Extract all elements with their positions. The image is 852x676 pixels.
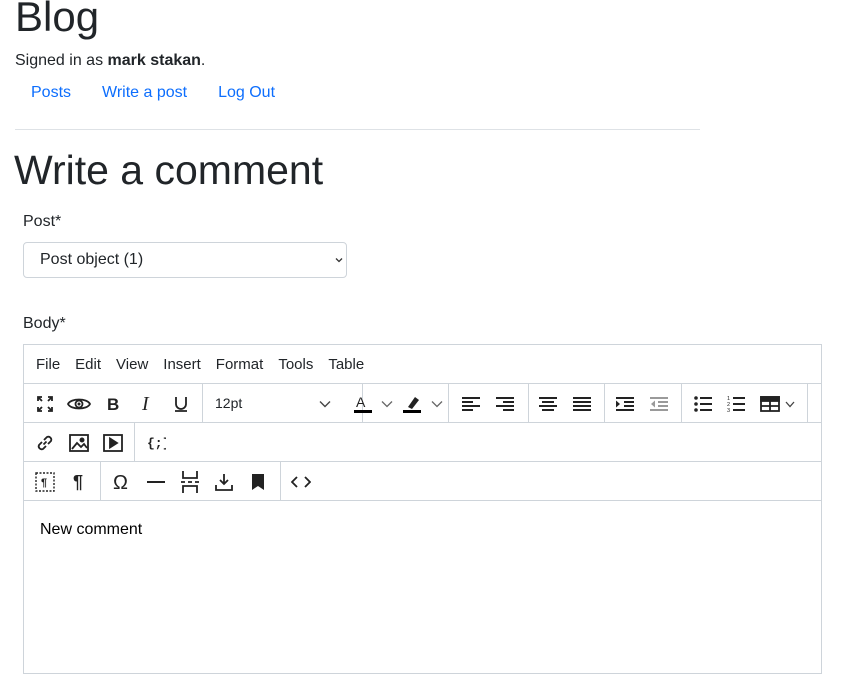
menu-file[interactable]: File: [36, 356, 60, 373]
svg-text:B: B: [107, 396, 119, 412]
editor-menubar: File Edit View Insert Format Tools Table: [24, 345, 364, 383]
editor-content-text: New comment: [40, 521, 143, 538]
menu-format[interactable]: Format: [216, 356, 264, 373]
page-break-icon[interactable]: [177, 469, 203, 495]
chevron-down-icon: [312, 391, 338, 417]
pilcrow-icon[interactable]: ¶: [66, 469, 92, 495]
post-select-value: Post object (1): [40, 251, 144, 268]
menu-tools[interactable]: Tools: [278, 356, 313, 373]
post-label: Post*: [23, 213, 62, 230]
body-label: Body*: [23, 315, 66, 332]
outdent-icon[interactable]: [646, 391, 672, 417]
media-video-icon[interactable]: [100, 430, 126, 456]
menu-view[interactable]: View: [116, 356, 148, 373]
bold-icon[interactable]: B: [100, 391, 126, 417]
username: mark stakan: [107, 52, 201, 69]
chevron-down-icon[interactable]: [777, 391, 803, 417]
numbered-list-icon[interactable]: 123: [723, 391, 749, 417]
svg-text:A: A: [356, 394, 366, 410]
show-blocks-icon[interactable]: ¶: [32, 469, 58, 495]
bookmark-anchor-icon[interactable]: [245, 469, 271, 495]
editor-toolbar-row-2: {;}: [24, 422, 821, 462]
editor-toolbar-row-1: B I 12pt A 1 2 3: [24, 383, 821, 423]
menu-table[interactable]: Table: [328, 356, 364, 373]
preview-eye-icon[interactable]: [66, 391, 92, 417]
insert-datetime-icon[interactable]: [211, 469, 237, 495]
menu-edit[interactable]: Edit: [75, 356, 101, 373]
chevron-down-icon[interactable]: [374, 391, 400, 417]
post-select[interactable]: Post object (1): [23, 242, 347, 278]
align-left-icon[interactable]: [458, 391, 484, 417]
align-center-icon[interactable]: [535, 391, 561, 417]
page-title: Write a comment: [14, 147, 324, 193]
nav-posts-link[interactable]: Posts: [31, 83, 71, 103]
signed-in-prefix: Signed in as: [15, 52, 108, 69]
underline-icon[interactable]: [168, 391, 194, 417]
editor-toolbar-row-3: ¶ ¶ Ω: [24, 461, 821, 501]
menu-insert[interactable]: Insert: [163, 356, 201, 373]
italic-icon[interactable]: I: [134, 391, 160, 417]
link-icon[interactable]: [32, 430, 58, 456]
svg-text:Ω: Ω: [113, 472, 128, 492]
align-right-icon[interactable]: [492, 391, 518, 417]
chevron-down-icon: [335, 258, 343, 263]
site-title: Blog: [15, 0, 100, 40]
svg-text:3: 3: [727, 408, 730, 413]
rich-text-editor: File Edit View Insert Format Tools Table…: [23, 344, 822, 674]
svg-text:¶: ¶: [41, 477, 47, 489]
highlight-color-icon[interactable]: [399, 391, 425, 417]
align-justify-icon[interactable]: [569, 391, 595, 417]
nav-write-post-link[interactable]: Write a post: [102, 83, 187, 103]
special-character-icon[interactable]: Ω: [109, 469, 135, 495]
image-icon[interactable]: [66, 430, 92, 456]
svg-text:I: I: [141, 395, 150, 413]
svg-text:¶: ¶: [73, 473, 83, 491]
bullet-list-icon[interactable]: [690, 391, 716, 417]
indent-icon[interactable]: [612, 391, 638, 417]
horizontal-rule-icon[interactable]: [143, 469, 169, 495]
main-nav: Posts Write a post Log Out: [31, 83, 275, 103]
signed-in-suffix: .: [200, 52, 206, 69]
signed-in-status: Signed in as mark stakan.: [15, 51, 205, 71]
nav-logout-link[interactable]: Log Out: [218, 83, 275, 103]
svg-text:{;}: {;}: [147, 436, 166, 451]
text-color-icon[interactable]: A: [350, 391, 376, 417]
toolbar-group-separator: [134, 423, 135, 462]
source-code-icon[interactable]: [288, 469, 314, 495]
editor-content-area[interactable]: New comment: [24, 500, 821, 676]
fullscreen-icon[interactable]: [32, 391, 58, 417]
font-size-value: 12pt: [215, 395, 243, 411]
chevron-down-icon[interactable]: [424, 391, 450, 417]
code-sample-icon[interactable]: {;}: [143, 430, 169, 456]
header-divider: [15, 129, 700, 130]
